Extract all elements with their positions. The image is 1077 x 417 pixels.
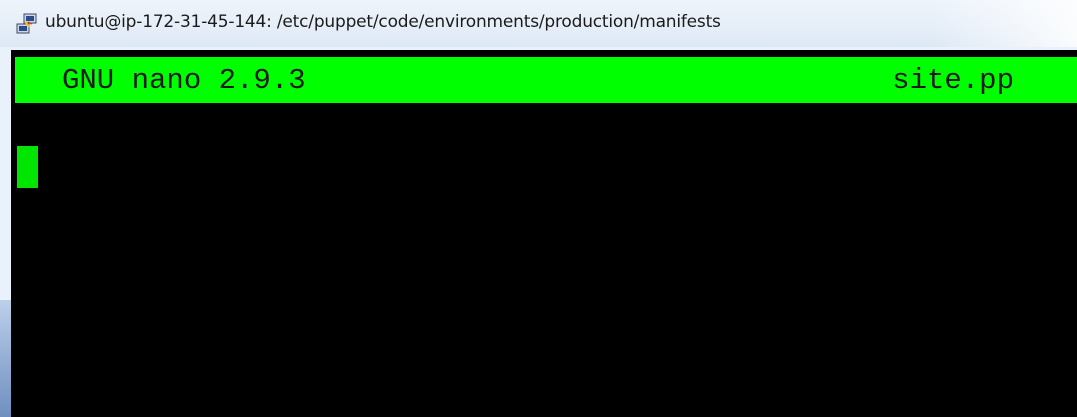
terminal-area[interactable]: GNU nano 2.9.3 site.pp: [11, 50, 1077, 417]
text-cursor: [17, 146, 38, 188]
nano-version-label: GNU nano 2.9.3: [62, 64, 306, 97]
putty-icon[interactable]: [16, 13, 38, 35]
window-left-edge: [0, 300, 11, 417]
nano-filename-label: site.pp: [892, 64, 1014, 97]
window-title: ubuntu@ip-172-31-45-144: /etc/puppet/cod…: [45, 12, 721, 32]
terminal-window: ubuntu@ip-172-31-45-144: /etc/puppet/cod…: [0, 0, 1077, 417]
nano-header-bar: GNU nano 2.9.3 site.pp: [15, 57, 1077, 103]
window-titlebar[interactable]: ubuntu@ip-172-31-45-144: /etc/puppet/cod…: [0, 0, 1077, 47]
titlebar-fade: [930, 0, 1077, 47]
